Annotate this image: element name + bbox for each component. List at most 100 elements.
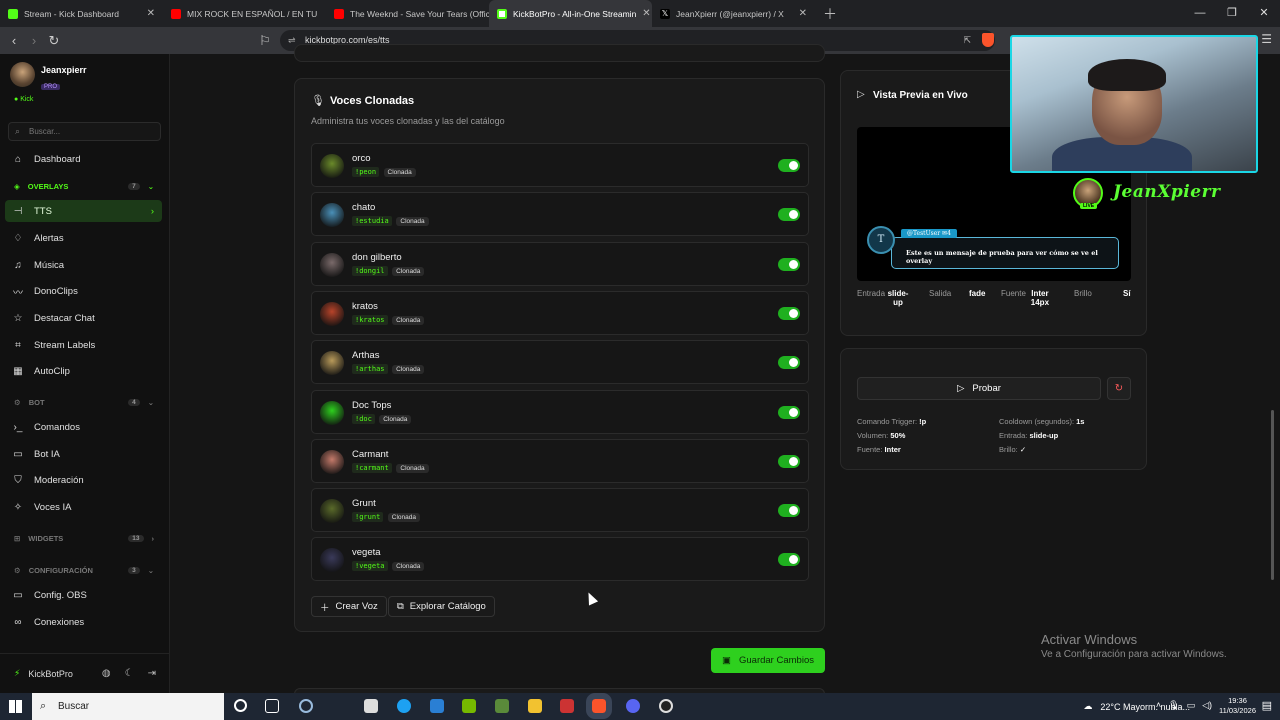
voice-tag: Clonada: [392, 266, 425, 276]
back-icon[interactable]: ‹: [4, 33, 24, 48]
browser-tab-active[interactable]: KickBotPro - All-in-One Streamin ✕: [489, 0, 652, 27]
logout-icon[interactable]: ⇥: [148, 668, 156, 679]
obs-icon[interactable]: [659, 699, 673, 713]
sidebar-group-overlays[interactable]: ◈ OVERLAYS 7 ⌄: [14, 182, 154, 191]
voice-row[interactable]: Grunt !grunt Clonada: [311, 488, 809, 533]
voice-toggle[interactable]: [778, 159, 800, 172]
browser-tab[interactable]: 𝕏 JeanXpierr (@jeanxpierr) / X ✕: [652, 0, 815, 27]
save-changes-button[interactable]: ▣ Guardar Cambios: [711, 648, 825, 673]
brave-shield-icon[interactable]: [982, 33, 994, 47]
sidebar-group-bot[interactable]: ⚙ BOT 4 ⌄: [14, 398, 154, 407]
voice-row[interactable]: don gilberto !dongil Clonada: [311, 241, 809, 286]
search-icon: ⌕: [15, 126, 21, 136]
notification-icon[interactable]: ▤: [1262, 699, 1272, 712]
voice-toggle[interactable]: [778, 208, 800, 222]
voice-toggle[interactable]: [778, 504, 800, 518]
sidebar-item-comandos[interactable]: ›_ Comandos: [5, 416, 162, 438]
windows-start-icon[interactable]: [9, 700, 22, 713]
sidebar-item-moderacion[interactable]: ⛉ Moderación: [5, 469, 162, 491]
voice-row[interactable]: Doc Tops !doc Clonada: [311, 389, 809, 434]
sidebar-item-donoclips[interactable]: 〰 DonoClips: [5, 280, 162, 302]
mail-icon[interactable]: [430, 699, 444, 713]
refresh-button[interactable]: ↻: [1107, 377, 1131, 400]
nvidia-icon[interactable]: [462, 699, 476, 713]
voice-toggle[interactable]: [778, 405, 800, 419]
close-icon[interactable]: ✕: [642, 8, 650, 19]
explore-catalog-button[interactable]: ⧉ Explorar Catálogo: [388, 596, 495, 617]
taskbar-search-input[interactable]: ⌕ Buscar: [32, 693, 224, 720]
sidebar-item-tts[interactable]: ⊣ TTS ›: [5, 200, 162, 222]
monitor-icon: ▭: [13, 589, 23, 601]
bookmark-icon[interactable]: ⚐: [255, 33, 275, 49]
sidebar-item-alertas[interactable]: ♢ Alertas: [5, 227, 162, 249]
sidebar-group-configuracion[interactable]: ⚙ CONFIGURACIÓN 3 ⌄: [14, 566, 154, 575]
microphone-icon[interactable]: 🎙︎: [1168, 700, 1179, 711]
window-controls: — ❐ ✕: [1184, 0, 1280, 27]
stat-salida-value: fade: [969, 289, 986, 298]
sidebar-item-musica[interactable]: ♫ Música: [5, 254, 162, 276]
sidebar-item-conexiones[interactable]: ∞ Conexiones: [5, 611, 162, 633]
volume-icon[interactable]: ◁): [1202, 700, 1212, 711]
network-icon[interactable]: ▭: [1187, 700, 1196, 711]
voice-row[interactable]: Carmant !carmant Clonada: [311, 438, 809, 483]
chevron-up-icon[interactable]: ˄: [1156, 700, 1161, 711]
volume-info: Volumen: 50%: [857, 431, 906, 440]
voice-row[interactable]: Arthas !arthas Clonada: [311, 340, 809, 385]
link-icon: ∞: [14, 616, 22, 628]
voice-avatar: [320, 154, 344, 178]
browser-tab[interactable]: MIX ROCK EN ESPAÑOL / EN TU: [163, 0, 326, 27]
voice-row[interactable]: chato !estudia Clonada: [311, 192, 809, 237]
voice-toggle[interactable]: [778, 306, 800, 320]
sidebar-group-widgets[interactable]: ⊞ WIDGETS 13 ›: [14, 534, 154, 543]
close-window-icon[interactable]: ✕: [1248, 0, 1280, 27]
sidebar-item-config-obs[interactable]: ▭ Config. OBS: [5, 584, 162, 606]
close-icon[interactable]: ✕: [799, 8, 807, 19]
restore-icon[interactable]: ❐: [1216, 0, 1248, 27]
sidebar-item-autoclip[interactable]: ▦ AutoClip: [5, 360, 162, 382]
voice-toggle[interactable]: [778, 553, 800, 567]
browser-tab[interactable]: Stream - Kick Dashboard ✕: [0, 0, 163, 27]
app-icon[interactable]: [299, 699, 313, 713]
cortana-icon[interactable]: [234, 699, 247, 712]
new-tab-icon[interactable]: ＋: [823, 4, 837, 24]
discord-icon[interactable]: [626, 699, 640, 713]
sidebar-item-stream-labels[interactable]: ⌗ Stream Labels: [5, 334, 162, 356]
voice-row[interactable]: orco !peon Clonada: [311, 143, 809, 187]
sidebar-search-input[interactable]: ⌕ Buscar...: [8, 122, 161, 141]
brave-icon[interactable]: [586, 693, 612, 719]
task-view-icon[interactable]: [265, 699, 279, 713]
voice-toggle[interactable]: [778, 257, 800, 271]
moon-icon[interactable]: ☾: [125, 668, 134, 679]
sidebar-item-bot-ia[interactable]: ▭ Bot IA: [5, 443, 162, 465]
voice-toggle[interactable]: [778, 454, 800, 468]
minecraft-icon[interactable]: [495, 699, 509, 713]
live-badge: LIVE: [1080, 203, 1098, 209]
voice-row[interactable]: kratos !kratos Clonada: [311, 290, 809, 335]
sidebar-item-destacar-chat[interactable]: ☆ Destacar Chat: [5, 307, 162, 329]
browser-tab[interactable]: The Weeknd - Save Your Tears (Offici: [326, 0, 489, 27]
probar-button[interactable]: ▷ Probar: [857, 377, 1101, 400]
page-scrollbar[interactable]: [1267, 60, 1277, 680]
voice-row[interactable]: vegeta !vegeta Clonada: [311, 537, 809, 582]
minimize-icon[interactable]: —: [1184, 0, 1216, 27]
forward-icon[interactable]: ›: [24, 33, 44, 48]
app-icon[interactable]: [560, 699, 574, 713]
sidebar-item-dashboard[interactable]: ⌂ Dashboard: [5, 148, 162, 170]
create-voice-button[interactable]: ＋ Crear Voz: [311, 596, 387, 617]
voice-avatar: [320, 252, 344, 277]
taskbar-clock[interactable]: 19:36 11/03/2026: [1219, 696, 1256, 716]
scrollbar-thumb[interactable]: [1271, 410, 1274, 580]
share-icon[interactable]: ⇱: [963, 30, 971, 51]
profile[interactable]: Jeanxpierr PRO: [10, 62, 87, 93]
voice-avatar: [320, 351, 344, 376]
palette-icon[interactable]: ◍: [102, 668, 111, 679]
menu-icon[interactable]: ☰: [1261, 32, 1272, 46]
voice-toggle[interactable]: [778, 356, 800, 370]
edge-icon[interactable]: [397, 699, 411, 713]
kickbotpro-logo-icon: ⚡: [14, 668, 21, 678]
calculator-icon[interactable]: [364, 699, 378, 713]
close-icon[interactable]: ✕: [147, 8, 155, 19]
sidebar-item-voces-ia[interactable]: ✧ Voces IA: [5, 496, 162, 518]
reload-icon[interactable]: ↻: [44, 33, 64, 49]
file-explorer-icon[interactable]: [528, 699, 542, 713]
